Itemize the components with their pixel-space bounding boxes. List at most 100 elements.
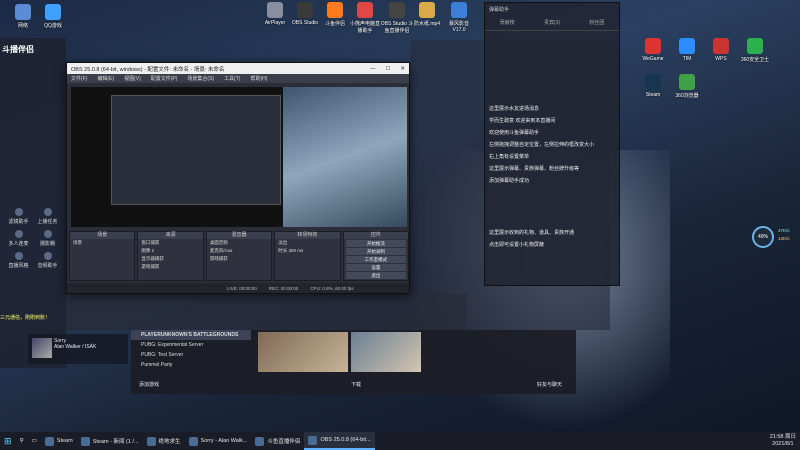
pubg-icon bbox=[146, 436, 156, 446]
taskbar-app[interactable]: OBS 25.0.8 (64-bit... bbox=[304, 432, 375, 450]
control-button[interactable]: 开始录制 bbox=[345, 248, 407, 255]
game-list-item[interactable]: Pummel Party bbox=[131, 360, 251, 370]
menu-item[interactable]: 场景集合(S) bbox=[187, 75, 214, 82]
companion-tool[interactable]: 滤镜助手 bbox=[4, 208, 33, 230]
taskbar-app[interactable]: Steam bbox=[41, 432, 77, 450]
desktop-icon[interactable]: WPS bbox=[704, 38, 738, 62]
scenes-dock: 场景 场景 bbox=[69, 231, 136, 281]
desktop-icon[interactable]: WeGame bbox=[636, 38, 670, 62]
taskbar-app-label: OBS 25.0.8 (64-bit... bbox=[320, 437, 371, 443]
companion-tool[interactable]: 音频助手 bbox=[33, 252, 62, 274]
menu-item[interactable]: 文件(F) bbox=[71, 75, 87, 82]
maximize-icon[interactable]: ☐ bbox=[385, 66, 390, 72]
menu-item[interactable]: 工具(T) bbox=[224, 75, 240, 82]
steam-library-window[interactable]: PLAYERUNKNOWN'S BATTLEGROUNDS PUBG: Exper… bbox=[131, 330, 576, 394]
mixer-channel[interactable]: 桌面音频 bbox=[207, 239, 271, 247]
minimize-icon[interactable]: — bbox=[370, 66, 376, 72]
menu-item[interactable]: 视图(V) bbox=[124, 75, 141, 82]
windows-icon: ⊞ bbox=[4, 435, 12, 446]
music-widget[interactable]: Sorry Alan Walker / ISÁK bbox=[28, 334, 128, 364]
control-button[interactable]: 开始推流 bbox=[345, 240, 407, 247]
tool-icon bbox=[14, 208, 23, 216]
companion-tool[interactable]: 多人连麦 bbox=[4, 230, 33, 252]
clock-time: 21:58 周日 bbox=[769, 434, 796, 440]
taskbar-app[interactable]: Sorry - Alan Walk... bbox=[185, 432, 252, 450]
danmu-chat-panel[interactable]: 弹幕助手 贡献榜 贵宾(3) 粉丝团 这里展示水友进场消息 学而生疏意 欢迎来到本直播… bbox=[484, 2, 620, 286]
steam-icon bbox=[645, 74, 661, 90]
desktop-icon[interactable]: 斗鱼伴侣 bbox=[318, 2, 352, 27]
taskbar-app-label: Steam - 新闻 (1 /... bbox=[92, 439, 139, 445]
desktop-icon[interactable]: TIM bbox=[670, 38, 704, 62]
download-label[interactable]: 下载 bbox=[351, 381, 361, 388]
desktop-icon[interactable]: QQ游戏 bbox=[36, 4, 70, 29]
taskbar-app[interactable]: Steam - 新闻 (1 /... bbox=[77, 432, 143, 450]
nested-preview bbox=[111, 95, 281, 205]
control-button[interactable]: 退出 bbox=[345, 272, 407, 279]
douyu-icon bbox=[255, 436, 265, 446]
tool-icon bbox=[43, 252, 52, 260]
source-item[interactable]: 显示器捕获 bbox=[138, 255, 202, 263]
clock[interactable]: 21:58 周日 2021/8/1 bbox=[766, 432, 800, 450]
close-icon[interactable]: ✕ bbox=[400, 66, 405, 72]
companion-tool[interactable]: 直播风格 bbox=[4, 252, 33, 274]
duration-input[interactable]: 300 ms bbox=[288, 248, 303, 253]
start-button[interactable]: ⊞ bbox=[0, 432, 16, 450]
network-gauge[interactable]: 49% bbox=[752, 226, 774, 248]
desktop-icon[interactable]: 360浏览器 bbox=[670, 74, 704, 99]
desktop-icon[interactable]: Steam bbox=[636, 74, 670, 98]
desktop-icon-label: TIM bbox=[682, 56, 692, 62]
net-up: 47K/s bbox=[778, 228, 790, 233]
source-item[interactable]: 窗口捕获 bbox=[138, 239, 202, 247]
game-list-item[interactable]: PLAYERUNKNOWN'S BATTLEGROUNDS bbox=[131, 330, 251, 340]
taskbar-app[interactable]: 斗鱼直播伴侣 bbox=[251, 432, 304, 450]
source-item[interactable]: 图像 2 bbox=[138, 247, 202, 255]
menu-item[interactable]: 帮助(H) bbox=[250, 75, 267, 82]
song-artist: Alan Walker / ISÁK bbox=[54, 344, 97, 350]
friends-chat-button[interactable]: 好友与聊天 bbox=[537, 381, 562, 388]
desktop-icon[interactable]: OBS Studio bbox=[288, 2, 322, 26]
desktop-icon-label: OBS Studio bbox=[291, 20, 319, 26]
desktop-icon[interactable]: AirPlayer bbox=[258, 2, 292, 26]
control-button[interactable]: 工作室模式 bbox=[345, 256, 407, 263]
desktop-icon[interactable]: OBS Studio 斗鱼直播伴侣 bbox=[380, 2, 414, 34]
desktop-icon[interactable]: 暴风影音 V17.0 bbox=[442, 2, 476, 33]
companion-tool[interactable]: 上播任务 bbox=[33, 208, 62, 230]
menu-item[interactable]: 配置文件(P) bbox=[151, 75, 178, 82]
companion-tool[interactable]: 摄影棚 bbox=[33, 230, 62, 252]
taskbar-app-label: Sorry - Alan Walk... bbox=[200, 438, 248, 444]
desktop-icon[interactable]: 网络 bbox=[6, 4, 40, 29]
task-view-button[interactable]: ▭ bbox=[28, 432, 41, 450]
menu-item[interactable]: 编辑(E) bbox=[97, 75, 114, 82]
chat-message: 左侧拖拽调整自定位置，左侧拉伸的框改变大小 bbox=[489, 142, 595, 148]
scenes-title: 场景 bbox=[70, 232, 135, 239]
tool-label: 多人连麦 bbox=[8, 241, 29, 247]
network-icon bbox=[15, 4, 31, 20]
chat-tab[interactable]: 粉丝团 bbox=[589, 19, 604, 26]
net-down: 12K/s bbox=[778, 236, 790, 241]
game-list-item[interactable]: PUBG: Test Server bbox=[131, 350, 251, 360]
control-button[interactable]: 设置 bbox=[345, 264, 407, 271]
taskbar-app[interactable]: 绝地求生 bbox=[143, 432, 185, 450]
source-item[interactable]: 游戏捕获 bbox=[138, 263, 202, 271]
transition-select[interactable]: 淡出 bbox=[275, 239, 339, 247]
game-thumb-1[interactable] bbox=[258, 332, 348, 372]
mixer-channel[interactable]: 麦克风/Aux bbox=[207, 247, 271, 255]
mixer-channel[interactable]: 游戏捕获 bbox=[207, 255, 271, 263]
search-button[interactable]: ⚲ bbox=[16, 432, 28, 450]
add-game-button[interactable]: 添加游戏 bbox=[139, 381, 159, 388]
obs-titlebar[interactable]: OBS 25.0.8 (64-bit, windows) - 配置文件: 未命名… bbox=[67, 63, 409, 74]
desktop-icon[interactable]: 防水纸.mp4 bbox=[410, 2, 444, 27]
obs-window[interactable]: OBS 25.0.8 (64-bit, windows) - 配置文件: 未命名… bbox=[66, 62, 410, 294]
scene-item[interactable]: 场景 bbox=[70, 239, 134, 247]
game-thumb-2[interactable] bbox=[351, 332, 421, 372]
chat-message: 添加弹幕助手成功 bbox=[489, 178, 530, 184]
game-list-item[interactable]: PUBG: Experimental Server bbox=[131, 340, 251, 350]
desktop-icon[interactable]: 360安全卫士 bbox=[738, 38, 772, 63]
chat-tab[interactable]: 贵宾(3) bbox=[544, 19, 560, 26]
banner-text: 三元通信，刚刚到账！ bbox=[0, 315, 51, 321]
tool-icon bbox=[14, 252, 23, 260]
desktop-icon[interactable]: 小熊声电脑直播助手 bbox=[348, 2, 382, 34]
chat-tab[interactable]: 贡献榜 bbox=[500, 19, 515, 26]
mixer-dock: 混音器 桌面音频 麦克风/Aux 游戏捕获 bbox=[205, 231, 273, 281]
desktop-icon-label: Steam bbox=[645, 92, 661, 98]
